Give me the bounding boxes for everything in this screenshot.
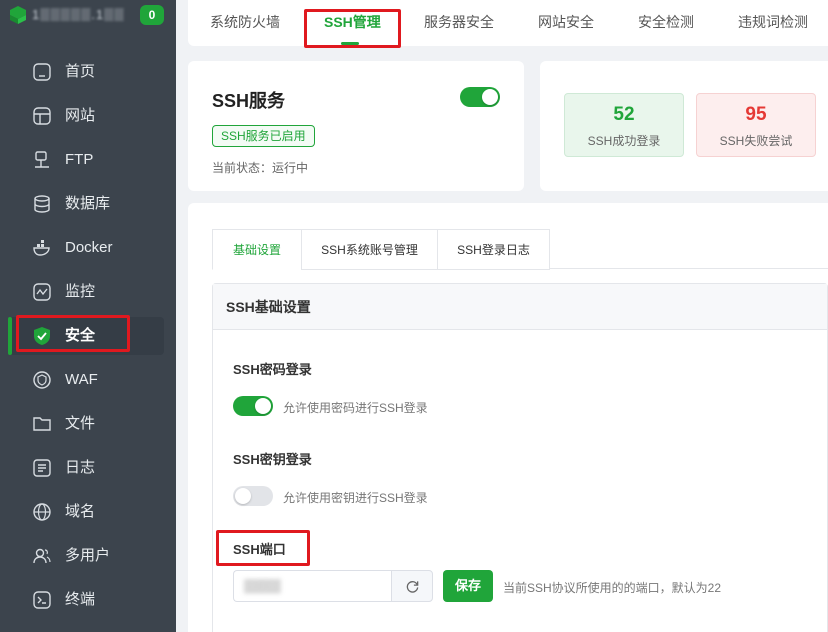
globe-icon (33, 107, 51, 125)
ssh-service-toggle[interactable] (460, 87, 500, 107)
ssh-status-tag: SSH服务已启用 (212, 125, 315, 147)
sidebar-item-website[interactable]: 网站 (8, 97, 164, 135)
ftp-icon (35, 151, 49, 168)
panel-header: SSH基础设置 (213, 284, 827, 330)
sidebar-item-database[interactable]: 数据库 (8, 185, 164, 223)
docker-icon (33, 240, 50, 256)
tab-ssh-management[interactable]: SSH管理 (324, 0, 381, 46)
key-login-toggle[interactable] (233, 486, 273, 506)
sidebar-item-files[interactable]: 文件 (8, 405, 164, 443)
sidebar-item-monitor[interactable]: 监控 (8, 273, 164, 311)
server-hostname: 1▒▒▒▒▒.1▒▒ (32, 7, 125, 21)
sidebar-item-label: 终端 (65, 591, 96, 608)
sidebar-item-label: Docker (65, 239, 113, 256)
waf-icon (33, 371, 51, 389)
sidebar-item-label: 监控 (65, 283, 96, 300)
sidebar-item-waf[interactable]: WAF (8, 361, 164, 399)
ssh-port-value: ▒▒▒▒ (244, 578, 281, 593)
key-login-desc: 允许使用密钥进行SSH登录 (283, 491, 428, 505)
sidebar-item-label: 安全 (65, 327, 96, 344)
sidebar-item-domains[interactable]: 域名 (8, 493, 164, 531)
tab-security-scan[interactable]: 安全检测 (638, 0, 694, 46)
users-icon (33, 548, 51, 564)
subtab-ssh-login-log[interactable]: SSH登录日志 (437, 229, 550, 270)
ssh-success-count: 52 (613, 104, 635, 125)
ssh-port-input[interactable]: ▒▒▒▒ (233, 570, 391, 602)
sidebar-item-label: 日志 (65, 459, 96, 476)
top-tabs: 系统防火墙 SSH管理 服务器安全 网站安全 安全检测 违规词检测 (188, 0, 828, 46)
database-icon (34, 195, 50, 213)
ssh-port-refresh-button[interactable] (391, 570, 433, 602)
ssh-success-stat[interactable]: 52 SSH成功登录 (564, 93, 684, 157)
ssh-port-label: SSH端口 (233, 542, 286, 557)
password-login-label: SSH密码登录 (233, 362, 312, 377)
ssh-status-line: 当前状态：运行中 (212, 161, 309, 175)
subtab-basic-settings[interactable]: 基础设置 (212, 229, 302, 270)
bt-logo-icon (10, 6, 26, 24)
sidebar-item-ftp[interactable]: FTP (8, 141, 164, 179)
notification-badge[interactable]: 0 (140, 5, 164, 25)
tab-illegal-word-scan[interactable]: 违规词检测 (738, 0, 808, 46)
ssh-failed-stat[interactable]: 95 SSH失败尝试 (696, 93, 816, 157)
home-icon (33, 63, 51, 81)
active-tab-indicator (341, 42, 359, 45)
tab-server-security[interactable]: 服务器安全 (424, 0, 494, 46)
sidebar-item-docker[interactable]: Docker (8, 229, 164, 267)
sidebar-item-terminal[interactable]: 终端 (8, 581, 164, 619)
settings-subtabs: 基础设置 SSH系统账号管理 SSH登录日志 (212, 229, 828, 270)
refresh-icon (406, 581, 419, 593)
ssh-failed-count: 95 (745, 104, 767, 125)
ssh-settings-card: 基础设置 SSH系统账号管理 SSH登录日志 SSH基础设置 (188, 203, 828, 632)
ssh-success-label: SSH成功登录 (587, 134, 661, 148)
sidebar-item-label: 域名 (65, 503, 96, 520)
sidebar: 1▒▒▒▒▒.1▒▒ 0 首页 网站 FTP 数据库 Docker 监控 安全 … (0, 0, 176, 632)
sidebar-item-label: 数据库 (65, 195, 111, 212)
sidebar-item-logs[interactable]: 日志 (8, 449, 164, 487)
monitor-icon (33, 283, 51, 301)
log-icon (33, 459, 51, 477)
tab-website-security[interactable]: 网站安全 (538, 0, 594, 46)
ssh-stats-card: 52 SSH成功登录 95 SSH失败尝试 (540, 61, 828, 191)
shield-icon (34, 327, 50, 345)
folder-icon (33, 417, 51, 431)
password-login-desc: 允许使用密码进行SSH登录 (283, 401, 428, 415)
sidebar-item-home[interactable]: 首页 (8, 53, 164, 91)
domain-icon (33, 503, 51, 521)
sidebar-item-security[interactable]: 安全 (8, 317, 164, 355)
save-port-button[interactable]: 保存 (443, 570, 493, 602)
terminal-icon (33, 591, 51, 609)
sidebar-item-label: 首页 (65, 63, 96, 80)
ssh-service-card: SSH服务 SSH服务已启用 当前状态：运行中 (188, 61, 524, 191)
sidebar-item-users[interactable]: 多用户 (8, 537, 164, 575)
ssh-service-title: SSH服务 (212, 91, 286, 111)
sidebar-item-label: 网站 (65, 107, 96, 124)
panel-title: SSH基础设置 (226, 299, 311, 315)
sidebar-item-label: 多用户 (65, 547, 111, 564)
sidebar-item-label: WAF (65, 371, 98, 388)
sidebar-item-label: 文件 (65, 415, 96, 432)
ssh-failed-label: SSH失败尝试 (719, 134, 793, 148)
ssh-port-desc: 当前SSH协议所使用的的端口，默认为22 (503, 581, 722, 595)
password-login-toggle[interactable] (233, 396, 273, 416)
key-login-label: SSH密钥登录 (233, 452, 312, 467)
tab-firewall[interactable]: 系统防火墙 (210, 0, 280, 46)
sidebar-item-label: FTP (65, 151, 94, 168)
sidebar-header: 1▒▒▒▒▒.1▒▒ 0 (0, 0, 176, 32)
subtab-ssh-accounts[interactable]: SSH系统账号管理 (301, 229, 438, 270)
